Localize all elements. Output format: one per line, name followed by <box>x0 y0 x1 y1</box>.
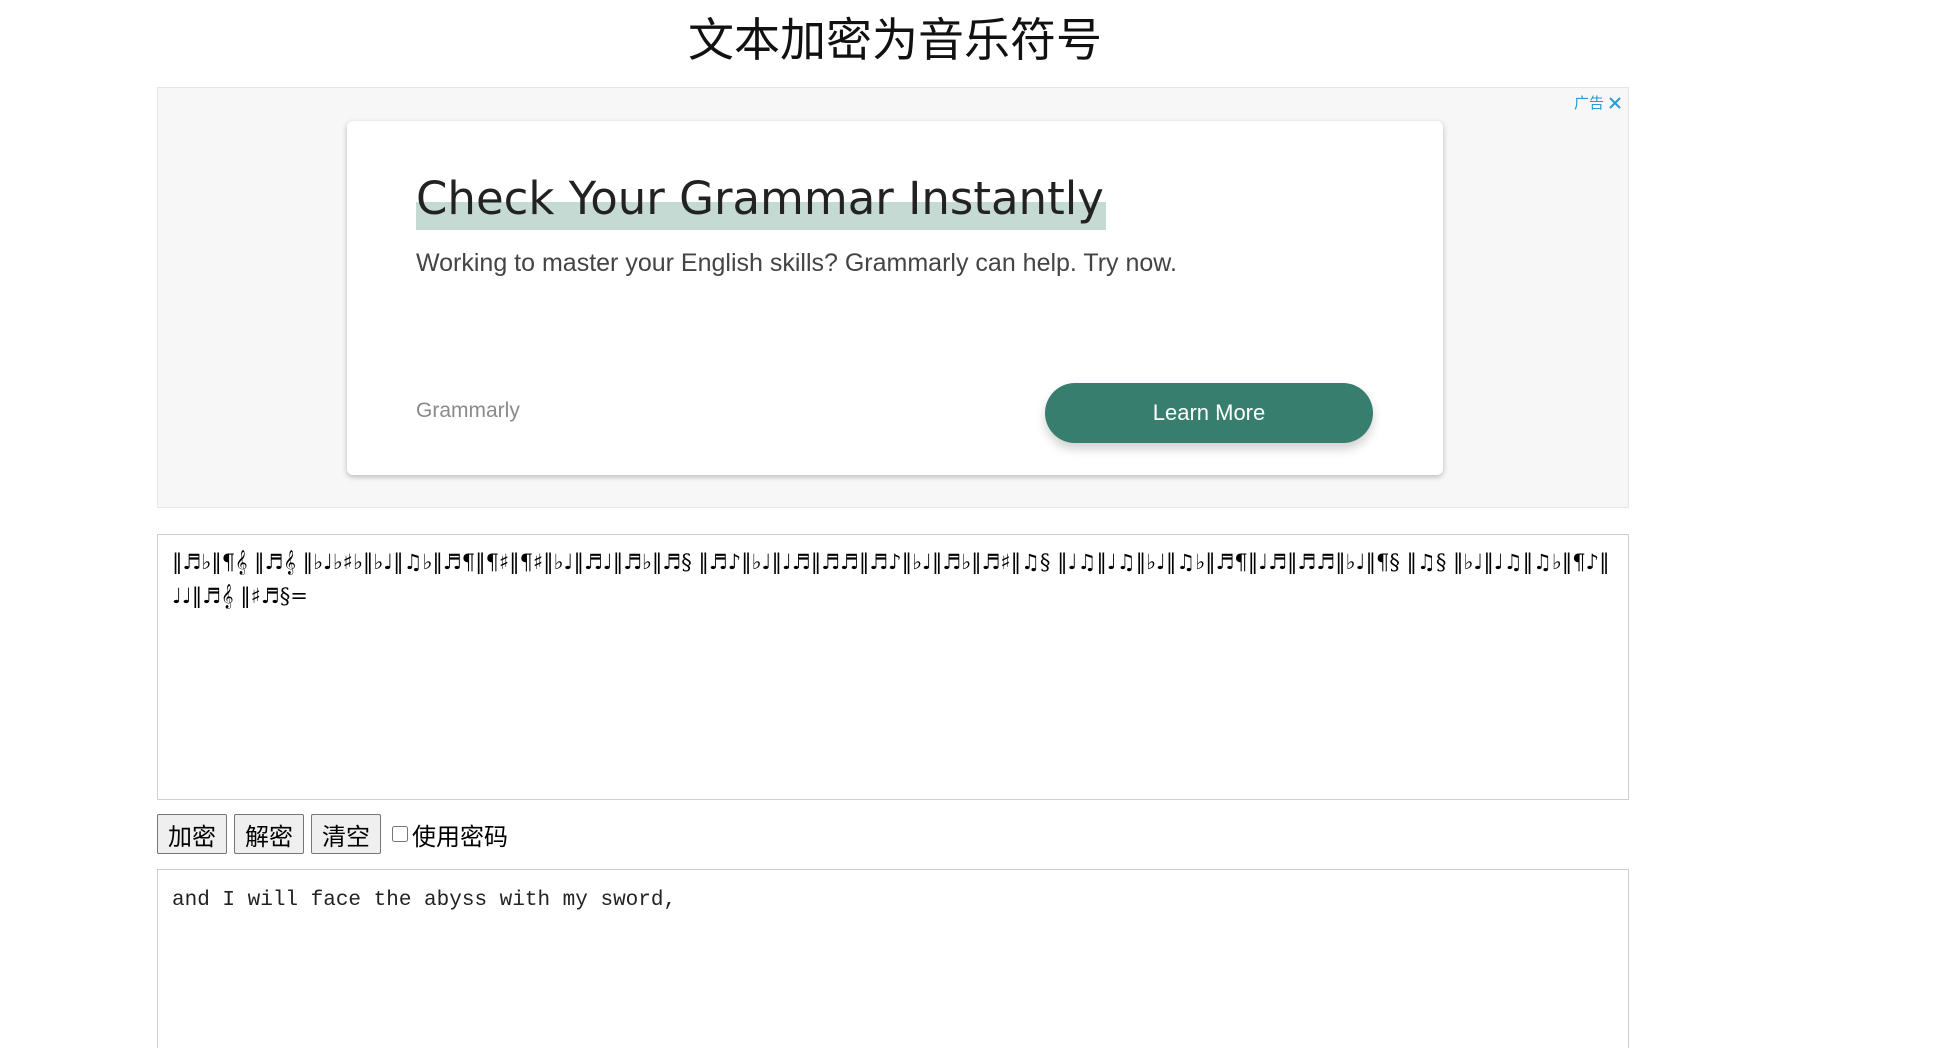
encrypt-button[interactable]: 加密 <box>157 814 227 854</box>
ad-banner[interactable]: 广告 Check Your Grammar Instantly Working … <box>157 87 1629 508</box>
clear-button[interactable]: 清空 <box>311 814 381 854</box>
page-title: 文本加密为音乐符号 <box>688 13 1102 67</box>
cipher-textarea[interactable]: ‖♬♭‖¶𝄞 ‖♬𝄞 ‖♭♩♭♯♭‖♭♩‖♫♭‖♬¶‖¶♯‖¶♯‖♭♩‖♬♩‖♬… <box>157 534 1629 800</box>
learn-more-button[interactable]: Learn More <box>1045 383 1373 443</box>
ad-brand-name[interactable]: Grammarly <box>416 399 520 423</box>
action-toolbar: 加密 解密 清空 使用密码 <box>157 814 508 854</box>
decrypt-button[interactable]: 解密 <box>234 814 304 854</box>
ad-choices-label: 广告 <box>1573 94 1604 112</box>
ad-headline[interactable]: Check Your Grammar Instantly <box>416 168 1106 230</box>
close-icon[interactable] <box>1608 96 1622 110</box>
use-password-checkbox[interactable] <box>392 826 408 842</box>
ad-choices[interactable]: 广告 <box>1574 92 1622 113</box>
use-password-label: 使用密码 <box>412 822 508 851</box>
use-password-option[interactable]: 使用密码 <box>392 817 508 852</box>
ad-body-text: Working to master your English skills? G… <box>416 249 1177 277</box>
ad-card[interactable]: Check Your Grammar Instantly Working to … <box>347 121 1443 475</box>
plaintext-textarea[interactable]: and I will face the abyss with my sword, <box>157 869 1629 1048</box>
